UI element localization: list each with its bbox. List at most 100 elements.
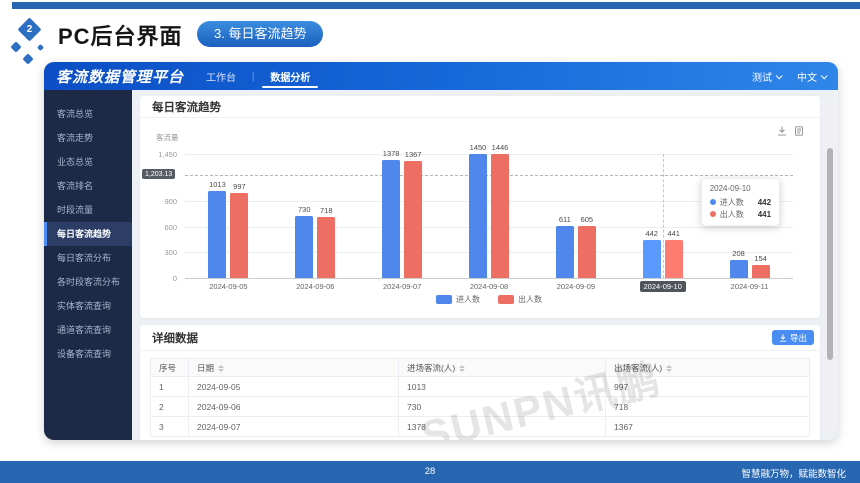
sidebar-item-8[interactable]: 各时段客流分布 (44, 270, 132, 294)
bar-series1-2024-09-11[interactable] (729, 260, 748, 278)
sort-desc-caret (459, 368, 466, 372)
average-line (185, 175, 793, 177)
main-content: 每日客流趋势 客流量 0 300 600 900 1,450 1,203.13 1013 730… (132, 90, 838, 440)
bar-series2-2024-09-07[interactable] (404, 161, 423, 278)
sidebar-item-9[interactable]: 实体客流查询 (44, 294, 132, 318)
bar-series1-2024-09-09[interactable] (555, 225, 574, 278)
app-body: 客流总览 客流走势 业态总览 客流排名 时段流量 每日客流趋势 每日客流分布 各时段客流分布实… (44, 90, 838, 440)
legend-swatch (498, 295, 514, 304)
bar-series1-2024-09-07[interactable] (382, 160, 401, 278)
data-view-icon[interactable] (794, 126, 804, 136)
legend-item-1[interactable]: 进人数 (436, 294, 480, 305)
chevron-down-icon (820, 71, 828, 79)
y-tick-label: 1,450 (158, 150, 177, 159)
x-tick-label: 2024-09-07 (382, 282, 422, 291)
sort-asc-caret (459, 364, 466, 368)
language-menu-label: 中文 (797, 72, 817, 84)
table-header-row: 序号 日期 进场客流(人) 出场客流(人) (150, 358, 810, 377)
bar-series2-2024-09-09[interactable] (577, 226, 596, 278)
bar-series2-2024-09-08[interactable] (491, 154, 509, 278)
bar-series2-2024-09-05[interactable] (230, 192, 249, 278)
col-header-2[interactable]: 日期 (188, 358, 399, 377)
sidebar-item-10[interactable]: 通道客流查询 (44, 318, 132, 342)
x-tick-highlight-badge: 2024-09-10 (639, 281, 686, 292)
export-button[interactable]: 导出 (771, 330, 814, 345)
bar-series2-2024-09-10[interactable] (664, 240, 683, 278)
sidebar-item-3[interactable]: 业态总览 (44, 150, 132, 174)
bar-value-label: 441 (667, 229, 680, 239)
tooltip-title: 2024-09-10 (709, 184, 751, 193)
language-menu[interactable]: 中文 (797, 69, 828, 84)
header-right: 测试 中文 (752, 69, 828, 84)
app-window: 客流数据管理平台 工作台 | 数据分析 测试 中文 客流总览 客流走势 业态总览 客流排名… (44, 62, 838, 440)
table-cell: 3 (150, 416, 189, 437)
bar-series2-2024-09-11[interactable] (751, 264, 770, 278)
average-value-badge: 1,203.13 (142, 169, 176, 180)
sidebar-item-1[interactable]: 客流总览 (44, 102, 132, 126)
user-menu-label: 测试 (752, 72, 772, 84)
slide-number-badge: 2 (17, 17, 42, 42)
top-accent-bar (12, 2, 860, 9)
x-tick-label: 2024-09-09 (556, 282, 596, 291)
bar-series1-2024-09-08[interactable] (469, 154, 487, 278)
sort-icon[interactable] (459, 364, 466, 372)
daily-flow-chart: 客流量 0 300 600 900 1,450 1,203.13 1013 730 1378 145… (140, 118, 820, 318)
scrollbar-thumb[interactable] (827, 148, 833, 360)
x-axis-line (185, 278, 793, 279)
sidebar-item-7[interactable]: 每日客流分布 (44, 246, 132, 270)
nav-tab-2[interactable]: 数据分析 (262, 62, 319, 90)
table-cell: 730 (398, 396, 606, 417)
table-cell: 718 (605, 396, 810, 417)
sort-icon[interactable] (666, 364, 673, 372)
col-header-4[interactable]: 出场客流(人) (605, 358, 810, 377)
bar-value-label: 1367 (404, 150, 422, 160)
sidebar-item-5[interactable]: 时段流量 (44, 198, 132, 222)
legend-swatch (436, 295, 452, 304)
table-panel: 详细数据 导出 SUNPN讯鹏 序号日期进场客流(人)出场客流(人) 12024… (140, 325, 820, 440)
sidebar-item-4[interactable]: 客流排名 (44, 174, 132, 198)
table-cell: 1013 (398, 376, 606, 397)
nav-divider: | (252, 71, 255, 81)
bar-value-label: 154 (754, 253, 767, 263)
gridline (185, 154, 793, 155)
sidebar-item-11[interactable]: 设备客流查询 (44, 342, 132, 366)
chevron-down-icon (775, 71, 783, 79)
scrollbar[interactable] (827, 96, 833, 434)
sidebar-item-2[interactable]: 客流走势 (44, 126, 132, 150)
x-tick-label: 2024-09-11 (730, 282, 769, 291)
bar-value-label: 1446 (491, 143, 509, 153)
bar-value-label: 605 (580, 215, 594, 225)
save-image-icon[interactable] (777, 126, 787, 136)
table-cell: 1 (150, 376, 189, 397)
y-tick-label: 900 (164, 197, 177, 207)
bar-series1-2024-09-10[interactable] (642, 240, 661, 278)
section-pill: 3. 每日客流趋势 (197, 21, 324, 47)
col-header-3[interactable]: 进场客流(人) (398, 358, 606, 377)
gridline (185, 252, 793, 254)
tooltip-series-value: 441 (757, 209, 772, 219)
sidebar-item-6[interactable]: 每日客流趋势 (44, 222, 132, 246)
table-panel-title: 详细数据 (152, 333, 198, 345)
bar-series2-2024-09-06[interactable] (317, 216, 336, 278)
tooltip-series-value: 442 (757, 197, 772, 207)
bar-series1-2024-09-05[interactable] (208, 191, 227, 278)
footer-slogan: 智慧融万物，赋能数智化 (741, 469, 846, 480)
table-panel-header: 详细数据 导出 (140, 325, 820, 351)
chart-tooltip: 2024-09-10 进人数 442 出人数 441 (700, 178, 781, 226)
decor-diamond-icon (36, 43, 45, 52)
nav-tab-1[interactable]: 工作台 (202, 62, 240, 90)
export-button-label: 导出 (789, 332, 807, 343)
tooltip-row: 出人数 441 (709, 208, 772, 220)
tooltip-series-name: 出人数 (719, 209, 744, 219)
bar-series1-2024-09-06[interactable] (295, 215, 314, 278)
user-menu[interactable]: 测试 (752, 69, 783, 84)
x-tick-label: 2024-09-10 (631, 281, 695, 292)
table-wrap: SUNPN讯鹏 序号日期进场客流(人)出场客流(人) 12024-09-0510… (150, 355, 810, 440)
sort-icon[interactable] (218, 364, 225, 372)
tooltip-series-name: 进人数 (719, 197, 744, 207)
legend-item-2[interactable]: 出人数 (498, 294, 542, 305)
slide-title: PC后台界面 (58, 24, 183, 49)
chart-legend: 进人数 出人数 (185, 294, 793, 305)
bar-value-label: 718 (320, 205, 333, 215)
download-icon (779, 333, 787, 342)
